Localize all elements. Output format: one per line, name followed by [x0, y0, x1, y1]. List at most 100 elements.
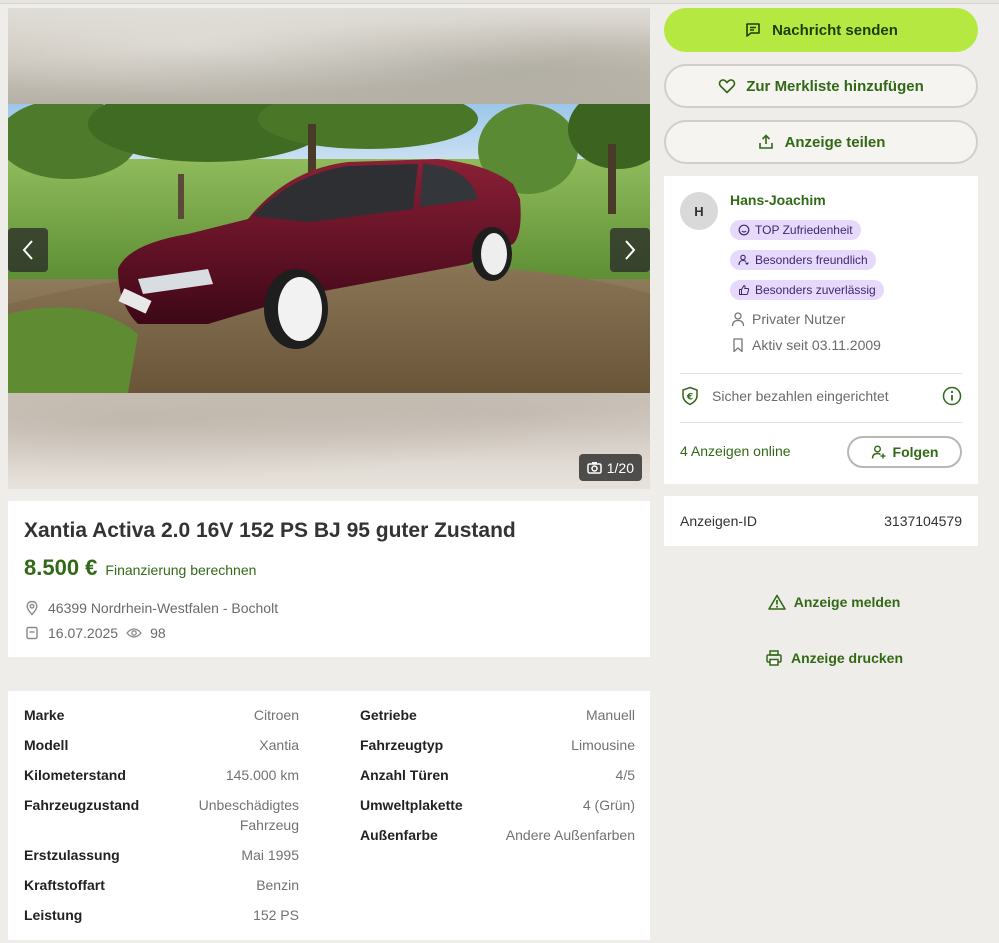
main-photo[interactable]: [8, 104, 650, 393]
calendar-icon: [26, 626, 38, 639]
detail-value: Xantia: [259, 737, 299, 753]
bookmark-icon: [733, 338, 743, 353]
location-pin-icon: [26, 600, 38, 616]
detail-value: 152 PS: [253, 907, 299, 923]
print-ad-label: Anzeige drucken: [790, 650, 904, 666]
listing-summary: Xantia Activa 2.0 16V 152 PS BJ 95 guter…: [8, 501, 650, 657]
view-count: 98: [150, 624, 166, 641]
price-row: 8.500 € Finanzierung berechnen: [24, 555, 634, 581]
detail-value: Limousine: [571, 737, 635, 753]
ad-id-card: Anzeigen-ID 3137104579: [664, 496, 978, 546]
active-since-text: Aktiv seit 03.11.2009: [752, 337, 881, 353]
detail-key: Leistung: [24, 907, 83, 923]
listing-price: 8.500 €: [24, 555, 98, 580]
svg-text:€: €: [686, 393, 693, 403]
smiley-icon: [738, 224, 750, 236]
detail-value: 4 (Grün): [582, 797, 635, 813]
financing-link[interactable]: Finanzierung berechnen: [105, 562, 256, 578]
detail-key: Fahrzeugtyp: [360, 737, 444, 753]
detail-value: Unbeschädigtes Fahrzeug: [198, 797, 299, 833]
avatar[interactable]: H: [680, 192, 718, 230]
detail-row: Fahrzeugzustand Unbeschädigtes Fahrzeug: [24, 795, 299, 835]
detail-row: Modell Xantia: [24, 735, 299, 755]
warning-icon: [767, 594, 786, 610]
secure-payment-text: Sicher bezahlen eingerichtet: [712, 388, 889, 404]
send-message-button[interactable]: Nachricht senden: [664, 8, 978, 52]
badge-top-satisfaction: TOP Zufriedenheit: [730, 220, 861, 240]
divider: [680, 373, 962, 374]
detail-row: Kraftstoffart Benzin: [24, 875, 299, 895]
gallery-next-button[interactable]: [610, 228, 650, 272]
image-counter[interactable]: 1/20: [578, 454, 642, 481]
camera-icon: [587, 462, 602, 474]
image-gallery[interactable]: 1/20: [8, 8, 650, 489]
share-icon: [758, 134, 773, 149]
detail-key: Kraftstoffart: [24, 877, 105, 893]
follow-button[interactable]: Folgen: [847, 436, 962, 468]
detail-row: Fahrzeugtyp Limousine: [360, 735, 635, 755]
message-icon: [746, 23, 760, 37]
detail-value: Manuell: [585, 707, 635, 723]
share-ad-button[interactable]: Anzeige teilen: [664, 120, 978, 164]
location-row: 46399 Nordrhein-Westfalen - Bocholt: [24, 595, 634, 620]
detail-value: Citroen: [253, 707, 299, 723]
thumbs-up-icon: [739, 284, 750, 295]
detail-value: Andere Außenfarben: [505, 827, 635, 843]
badge-friendly: Besonders freundlich: [730, 250, 876, 270]
printer-icon: [766, 650, 782, 666]
detail-row: Kilometerstand 145.000 km: [24, 765, 299, 785]
add-to-watchlist-label: Zur Merkliste hinzufügen: [746, 77, 924, 95]
vehicle-details: Marke Citroen Modell Xantia Kilometerstand…: [8, 691, 650, 940]
user-icon: [731, 312, 745, 327]
secure-payment-row: € Sicher bezahlen eingerichtet: [680, 386, 962, 406]
report-ad-label: Anzeige melden: [793, 594, 901, 610]
details-column-right: Getriebe Manuell Fahrzeugtyp Limousine Anz…: [360, 705, 635, 855]
print-ad-link[interactable]: Anzeige drucken: [664, 646, 999, 670]
info-icon[interactable]: [942, 386, 962, 406]
badge-label: TOP Zufriedenheit: [755, 223, 853, 237]
user-add-icon: [871, 445, 886, 459]
seller-card: H Hans-Joachim TOP Zufriedenheit Besonde…: [664, 176, 978, 484]
detail-value: 4/5: [615, 767, 635, 783]
seller-type: Privater Nutzer: [730, 311, 845, 327]
detail-row: Umweltplakette 4 (Grün): [360, 795, 635, 815]
gallery-prev-button[interactable]: [8, 228, 48, 272]
detail-row: Getriebe Manuell: [360, 705, 635, 725]
listing-date: 16.07.2025: [48, 624, 119, 641]
detail-value: 145.000 km: [225, 767, 299, 783]
badge-label: Besonders zuverlässig: [755, 283, 876, 297]
car-photo-illustration: [8, 104, 650, 393]
share-ad-label: Anzeige teilen: [784, 133, 886, 151]
add-to-watchlist-button[interactable]: Zur Merkliste hinzufügen: [664, 64, 978, 108]
shield-euro-icon: €: [682, 386, 698, 406]
detail-row: Marke Citroen: [24, 705, 299, 725]
detail-row: Erstzulassung Mai 1995: [24, 845, 299, 865]
detail-key: Getriebe: [360, 707, 417, 723]
badge-label: Besonders freundlich: [755, 253, 868, 267]
chevron-right-icon: [625, 240, 636, 260]
details-column-left: Marke Citroen Modell Xantia Kilometerstand…: [24, 705, 299, 935]
ads-online-link[interactable]: 4 Anzeigen online: [680, 443, 791, 459]
detail-row: Leistung 152 PS: [24, 905, 299, 925]
detail-value: Benzin: [256, 877, 299, 893]
detail-key: Erstzulassung: [24, 847, 120, 863]
listing-meta: 46399 Nordrhein-Westfalen - Bocholt 16.0…: [24, 595, 634, 645]
detail-key: Fahrzeugzustand: [24, 797, 140, 813]
detail-row: Anzahl Türen 4/5: [360, 765, 635, 785]
top-border: [0, 0, 999, 4]
report-ad-link[interactable]: Anzeige melden: [664, 590, 999, 614]
ad-id-value: 3137104579: [884, 513, 962, 529]
location-text: 46399 Nordrhein-Westfalen - Bocholt: [48, 599, 279, 616]
detail-key: Kilometerstand: [24, 767, 126, 783]
detail-key: Modell: [24, 737, 69, 753]
detail-key: Anzahl Türen: [360, 767, 449, 783]
listing-title: Xantia Activa 2.0 16V 152 PS BJ 95 guter…: [24, 519, 516, 542]
send-message-label: Nachricht senden: [772, 21, 898, 39]
gallery-blur-bottom: [8, 393, 650, 489]
detail-key: Umweltplakette: [360, 797, 463, 813]
detail-key: Außenfarbe: [360, 827, 438, 843]
ad-id-label: Anzeigen-ID: [680, 513, 758, 529]
person-heart-icon: [738, 254, 749, 266]
image-counter-text: 1/20: [606, 459, 634, 476]
seller-name[interactable]: Hans-Joachim: [730, 192, 826, 208]
